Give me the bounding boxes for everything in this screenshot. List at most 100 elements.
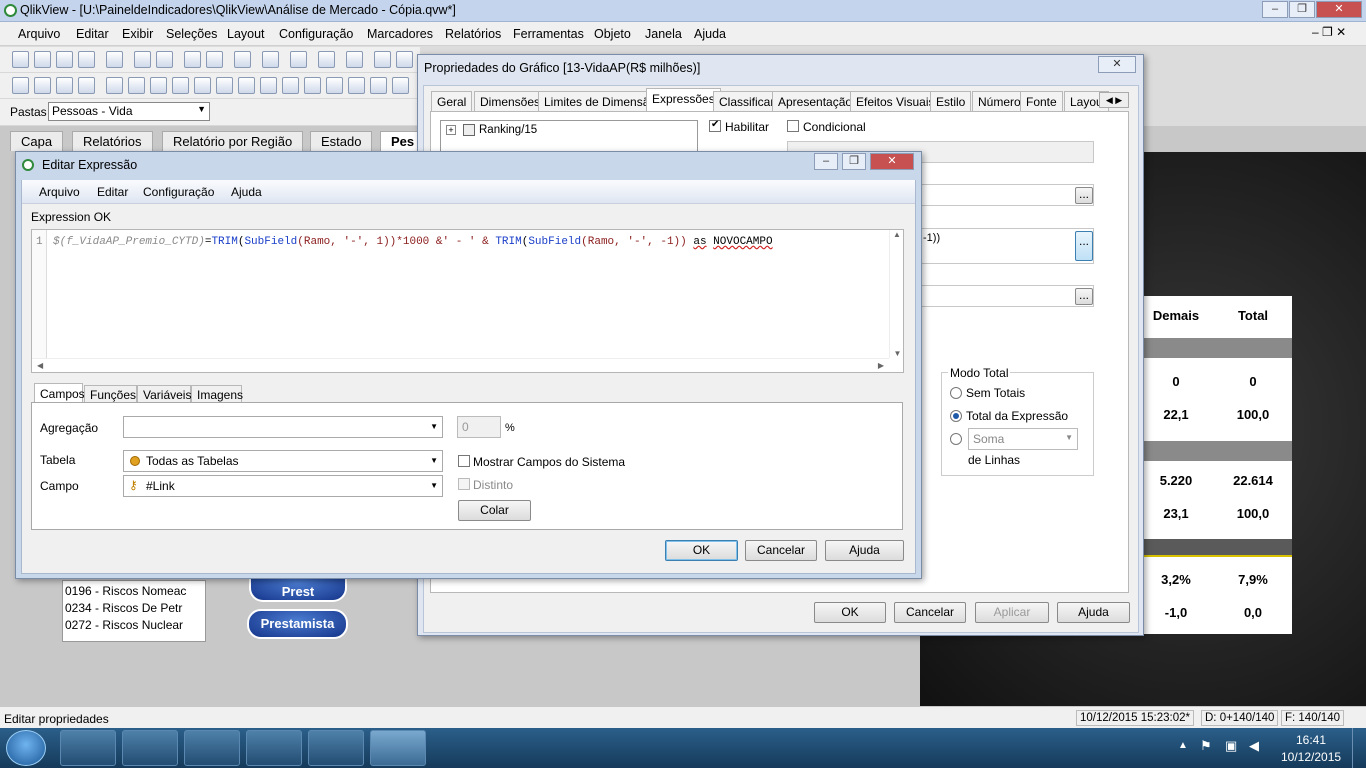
habilitar-checkbox[interactable]: ✔ — [709, 119, 721, 132]
edit-help-button[interactable]: Ajuda — [825, 540, 904, 561]
chart-icon[interactable] — [290, 51, 307, 68]
reload-icon[interactable] — [56, 51, 73, 68]
list-item[interactable]: 0196 - Riscos Nomeac — [65, 583, 195, 600]
clock-time[interactable]: 16:41 — [1296, 733, 1326, 747]
qlikview-taskbar-icon[interactable] — [370, 730, 426, 766]
search-icon[interactable] — [234, 51, 251, 68]
total-expressao-radio[interactable] — [950, 410, 962, 422]
tablebox-icon[interactable] — [172, 77, 189, 94]
condicional-checkbox[interactable] — [787, 120, 799, 132]
mdi-controls[interactable]: – ❐ ✕ — [1312, 25, 1346, 39]
menu-marcadores[interactable]: Marcadores — [367, 27, 433, 41]
menu-configuracao[interactable]: Configuração — [279, 27, 353, 41]
tab-capa[interactable]: Capa — [10, 131, 64, 151]
label-ellipsis-button[interactable]: ... — [1075, 187, 1093, 204]
bookmark-object-icon[interactable] — [348, 77, 365, 94]
tab-variaveis[interactable]: Variáveis — [137, 385, 191, 403]
tab-expressoes[interactable]: Expressões — [646, 88, 721, 112]
bookmark-icon[interactable] — [78, 77, 95, 94]
tabela-select[interactable]: Todas as Tabelas ▼ — [123, 450, 443, 472]
edit-ok-button[interactable]: OK — [665, 540, 738, 561]
tab-efeitos-visuais[interactable]: Efeitos Visuais — [850, 91, 941, 111]
line-arrow-icon[interactable] — [304, 77, 321, 94]
menu-layout[interactable]: Layout — [227, 27, 265, 41]
tab-relatorio-regiao[interactable]: Relatório por Região — [162, 131, 304, 151]
menu-selecoes[interactable]: Seleções — [166, 27, 217, 41]
mostrar-campos-checkbox[interactable] — [458, 455, 470, 467]
search-object-icon[interactable] — [370, 77, 387, 94]
button-icon[interactable] — [260, 77, 277, 94]
clock-date[interactable]: 10/12/2015 — [1281, 750, 1341, 764]
new-icon[interactable] — [12, 51, 29, 68]
open-icon[interactable] — [34, 51, 51, 68]
show-desktop-button[interactable] — [1352, 728, 1366, 768]
tab-geral[interactable]: Geral — [431, 91, 473, 111]
start-button[interactable] — [6, 730, 46, 766]
input-box-icon[interactable] — [216, 77, 233, 94]
properties-close-button[interactable]: ✕ — [1098, 56, 1136, 73]
menu-relatorios[interactable]: Relatórios — [445, 27, 501, 41]
tab-imagens[interactable]: Imagens — [191, 385, 243, 403]
help-icon[interactable] — [374, 51, 391, 68]
properties-apply-button[interactable]: Aplicar — [975, 602, 1049, 623]
tab-numero[interactable]: Número — [972, 91, 1027, 111]
edit-script-icon[interactable] — [134, 51, 151, 68]
menu-editar[interactable]: Editar — [76, 27, 109, 41]
slider-icon[interactable] — [326, 77, 343, 94]
edit-menu-configuracao[interactable]: Configuração — [143, 185, 214, 199]
expression-tree[interactable]: + Ranking/15 — [440, 120, 698, 152]
ramo-listbox[interactable]: 0196 - Riscos Nomeac 0234 - Riscos De Pe… — [62, 580, 206, 642]
sheet-icon[interactable] — [12, 77, 29, 94]
menu-exibir[interactable]: Exibir — [122, 27, 153, 41]
volume-icon[interactable]: ◀ — [1249, 738, 1259, 754]
expand-icon[interactable]: + — [446, 125, 456, 135]
tab-campos[interactable]: Campos — [34, 383, 85, 403]
agregacao-select[interactable]: ▼ — [123, 416, 443, 438]
tab-estado[interactable]: Estado — [310, 131, 373, 151]
soma-radio[interactable] — [950, 433, 962, 445]
star-icon[interactable] — [318, 51, 335, 68]
properties-cancel-button[interactable]: Cancelar — [894, 602, 966, 623]
current-selections-icon[interactable] — [238, 77, 255, 94]
sem-totais-radio[interactable] — [950, 387, 962, 399]
menu-objeto[interactable]: Objeto — [594, 27, 631, 41]
menu-arquivo[interactable]: Arquivo — [18, 27, 60, 41]
context-help-icon[interactable] — [396, 51, 413, 68]
list-item[interactable]: 0272 - Riscos Nuclear — [65, 617, 195, 634]
definition-ellipsis-button[interactable]: ... — [1075, 231, 1093, 261]
edit-close-button[interactable]: ✕ — [870, 153, 914, 170]
soma-select[interactable]: Soma ▼ — [968, 428, 1078, 450]
distinto-checkbox[interactable] — [458, 478, 470, 490]
edit-cancel-button[interactable]: Cancelar — [745, 540, 817, 561]
sticky-notes-taskbar-icon[interactable] — [308, 730, 364, 766]
close-button[interactable]: ✕ — [1316, 1, 1362, 18]
print-icon[interactable] — [106, 51, 123, 68]
properties-ok-button[interactable]: OK — [814, 602, 886, 623]
tabs-scroll-arrows[interactable]: ◀ ▶ — [1099, 92, 1129, 108]
container-icon[interactable] — [392, 77, 409, 94]
expression-editor[interactable]: 1 $(f_VidaAP_Premio_CYTD)=TRIM(SubField(… — [31, 229, 904, 373]
comment-ellipsis-button[interactable]: ... — [1075, 288, 1093, 305]
edit-menu-ajuda[interactable]: Ajuda — [231, 185, 262, 199]
forward-icon[interactable] — [56, 77, 73, 94]
tab-limites-dimensao[interactable]: Limites de Dimensão — [538, 91, 663, 111]
menu-ajuda[interactable]: Ajuda — [694, 27, 726, 41]
undo-icon[interactable] — [184, 51, 201, 68]
edit-maximize-button[interactable]: ❐ — [842, 153, 866, 170]
tray-arrow-icon[interactable]: ▲ — [1178, 740, 1188, 751]
expression-code[interactable]: $(f_VidaAP_Premio_CYTD)=TRIM(SubField(Ra… — [53, 236, 773, 248]
reload-data-icon[interactable] — [156, 51, 173, 68]
tree-item-ranking[interactable]: Ranking/15 — [479, 124, 537, 136]
prestamista-button[interactable]: Prestamista — [247, 609, 348, 639]
chrome-taskbar-icon[interactable] — [246, 730, 302, 766]
save-icon[interactable] — [78, 51, 95, 68]
edit-minimize-button[interactable]: – — [814, 153, 838, 170]
text-object-icon[interactable] — [282, 77, 299, 94]
percent-input[interactable]: 0 — [457, 416, 501, 438]
colar-button[interactable]: Colar — [458, 500, 531, 521]
tab-estilo[interactable]: Estilo — [930, 91, 972, 111]
menu-janela[interactable]: Janela — [645, 27, 682, 41]
properties-icon[interactable] — [346, 51, 363, 68]
campo-select[interactable]: ⚷ #Link ▼ — [123, 475, 443, 497]
minimize-button[interactable]: – — [1262, 1, 1288, 18]
